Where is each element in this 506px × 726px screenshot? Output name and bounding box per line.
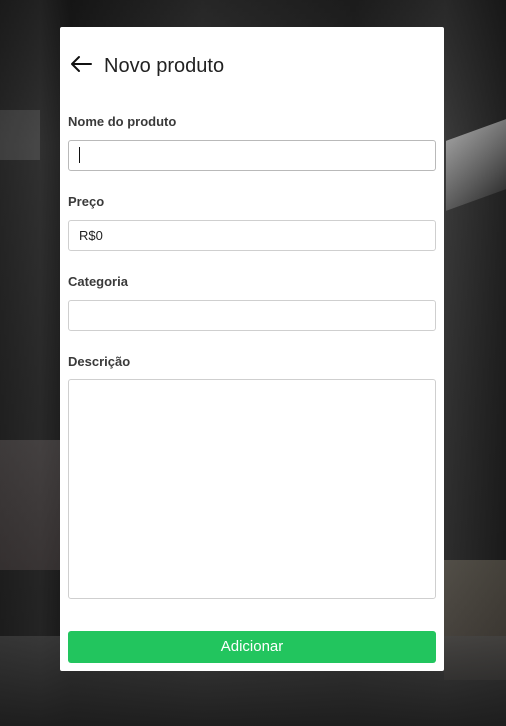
category-label: Categoria <box>68 274 128 289</box>
category-input[interactable] <box>68 300 436 331</box>
description-textarea[interactable] <box>68 379 436 599</box>
back-button[interactable] <box>68 53 94 79</box>
product-name-label: Nome do produto <box>68 114 177 129</box>
product-name-input[interactable] <box>68 140 436 171</box>
dialog-header: Novo produto <box>60 27 444 105</box>
add-button[interactable]: Adicionar <box>68 631 436 663</box>
text-caret <box>79 147 80 163</box>
new-product-dialog: Novo produto Nome do produto Preço Categ… <box>60 27 444 671</box>
background-light <box>0 110 40 160</box>
arrow-left-icon <box>70 55 92 78</box>
page-title: Novo produto <box>104 55 225 77</box>
price-label: Preço <box>68 194 105 209</box>
background-light <box>446 119 506 211</box>
background-shelf <box>0 440 60 570</box>
price-input[interactable] <box>68 220 436 251</box>
description-label: Descrição <box>68 354 131 369</box>
